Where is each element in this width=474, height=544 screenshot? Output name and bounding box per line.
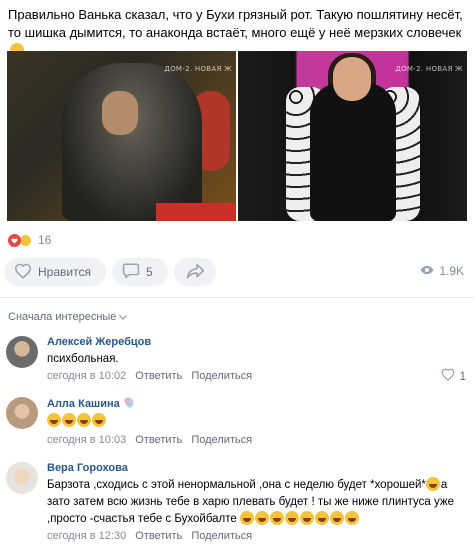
laughing-emoji-icon bbox=[300, 511, 315, 525]
reactions-count: 16 bbox=[38, 233, 52, 247]
post-photos: ДОМ-2. НОВАЯ Ж ДОМ-2. НОВАЯ Ж bbox=[7, 51, 467, 221]
reply-link[interactable]: Ответить bbox=[135, 530, 182, 542]
laughing-emoji-icon bbox=[330, 511, 345, 525]
laughing-emoji-icon bbox=[425, 477, 440, 491]
reply-link[interactable]: Ответить bbox=[135, 370, 182, 382]
comment-meta: сегодня в 10:03 Ответить Поделиться bbox=[47, 434, 252, 446]
divider bbox=[0, 297, 474, 298]
photo-watermark: ДОМ-2. НОВАЯ Ж bbox=[164, 65, 232, 73]
share-link[interactable]: Поделиться bbox=[191, 370, 252, 382]
photo-woman-in-fur-coat[interactable]: ДОМ-2. НОВАЯ Ж bbox=[238, 51, 467, 221]
comment-like-count: 1 bbox=[459, 369, 466, 383]
heart-outline-icon bbox=[14, 263, 32, 282]
figure-body bbox=[310, 83, 396, 221]
reply-link[interactable]: Ответить bbox=[135, 434, 182, 446]
red-object bbox=[156, 203, 236, 221]
views-count: 1.9K bbox=[439, 264, 464, 278]
comment-bubble-icon bbox=[122, 262, 140, 282]
laughing-emoji-icon bbox=[255, 511, 270, 525]
photo-man-in-parka[interactable]: ДОМ-2. НОВАЯ Ж bbox=[7, 51, 236, 221]
figure-face bbox=[102, 91, 138, 135]
figure-head bbox=[333, 57, 371, 101]
comment-button[interactable]: 5 bbox=[112, 258, 168, 286]
comment-text: Барзота ,сходись с этой ненормальной ,он… bbox=[47, 477, 454, 525]
chevron-down-icon bbox=[119, 311, 128, 323]
sort-label: Сначала интересные bbox=[8, 311, 117, 323]
heart-reaction-icon bbox=[8, 233, 21, 247]
laughing-emoji-icon bbox=[240, 511, 255, 525]
laughing-emoji-icon bbox=[270, 511, 285, 525]
comment-meta: сегодня в 12:30 Ответить Поделиться bbox=[47, 530, 252, 542]
comment-item: Алла Кашина сегодня в 10:03 Ответить Под… bbox=[6, 395, 468, 449]
comments-sort-dropdown[interactable]: Сначала интересные bbox=[8, 311, 128, 323]
share-link[interactable]: Поделиться bbox=[191, 434, 252, 446]
rainbow-emoji-icon bbox=[122, 395, 136, 409]
laughing-emoji-icon bbox=[92, 413, 106, 427]
comment-emoji-text bbox=[47, 413, 107, 430]
laughing-emoji-icon bbox=[285, 511, 300, 525]
comment-item: Вера Горохова Барзота ,сходись с этой не… bbox=[6, 462, 468, 544]
comment-meta: сегодня в 10:02 Ответить Поделиться bbox=[47, 370, 252, 382]
comment-item: Алексей Жеребцов психбольная. сегодня в … bbox=[6, 336, 468, 386]
avatar[interactable] bbox=[6, 336, 38, 368]
comment-text: психбольная. bbox=[47, 353, 119, 365]
avatar[interactable] bbox=[6, 462, 38, 494]
laughing-emoji-icon bbox=[47, 413, 61, 427]
comment-author[interactable]: Алексей Жеребцов bbox=[47, 336, 151, 348]
laughing-emoji-icon bbox=[62, 413, 76, 427]
eye-icon bbox=[420, 264, 434, 278]
share-button[interactable] bbox=[174, 258, 216, 286]
comment-time[interactable]: сегодня в 12:30 bbox=[47, 530, 126, 542]
photo-watermark: ДОМ-2. НОВАЯ Ж bbox=[395, 65, 463, 73]
heart-outline-icon bbox=[441, 368, 455, 384]
like-button[interactable]: Нравится bbox=[4, 258, 106, 286]
laughing-emoji-icon bbox=[315, 511, 330, 525]
laughing-emoji-icon bbox=[77, 413, 91, 427]
views-counter: 1.9K bbox=[420, 264, 464, 278]
share-arrow-icon bbox=[186, 263, 205, 282]
share-link[interactable]: Поделиться bbox=[191, 530, 252, 542]
comment-author: Алла Кашина bbox=[47, 395, 136, 410]
figure-coat bbox=[62, 63, 202, 221]
comment-time[interactable]: сегодня в 10:02 bbox=[47, 370, 126, 382]
avatar[interactable] bbox=[6, 397, 38, 429]
comment-count: 5 bbox=[146, 265, 153, 279]
laughing-emoji-icon bbox=[345, 511, 360, 525]
comment-like-button[interactable]: 1 bbox=[441, 368, 466, 384]
reactions-summary[interactable]: 16 bbox=[8, 233, 51, 247]
like-label: Нравится bbox=[38, 265, 91, 279]
post-action-bar: Нравится 5 1.9K bbox=[4, 258, 470, 286]
comment-time[interactable]: сегодня в 10:03 bbox=[47, 434, 126, 446]
comment-author[interactable]: Вера Горохова bbox=[47, 462, 128, 474]
